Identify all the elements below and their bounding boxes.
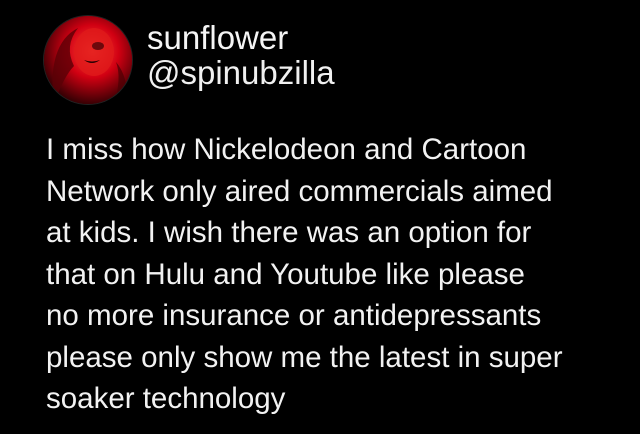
- author-display-name[interactable]: sunflower: [147, 18, 288, 58]
- tweet-text-line: at kids. I wish there was an option for: [46, 216, 532, 249]
- author-handle[interactable]: @spinubzilla: [147, 53, 335, 93]
- tweet-text-line: Network only aired commercials aimed: [46, 174, 553, 208]
- tweet-card: sunflower @spinubzilla I miss how Nickel…: [0, 0, 640, 434]
- avatar-portrait-icon: [44, 16, 132, 104]
- tweet-text-line: that on Hulu and Youtube like please: [46, 257, 525, 291]
- tweet-text-line: please only show me the latest in super: [46, 340, 563, 374]
- tweet-text-line: soaker technology: [46, 382, 286, 415]
- tweet-text-line: I miss how Nickelodeon and Cartoon: [46, 133, 527, 166]
- avatar[interactable]: [44, 16, 132, 104]
- tweet-text-line: no more insurance or antidepressants: [46, 299, 542, 332]
- tweet-body: I miss how Nickelodeon and Cartoon Netwo…: [46, 129, 626, 420]
